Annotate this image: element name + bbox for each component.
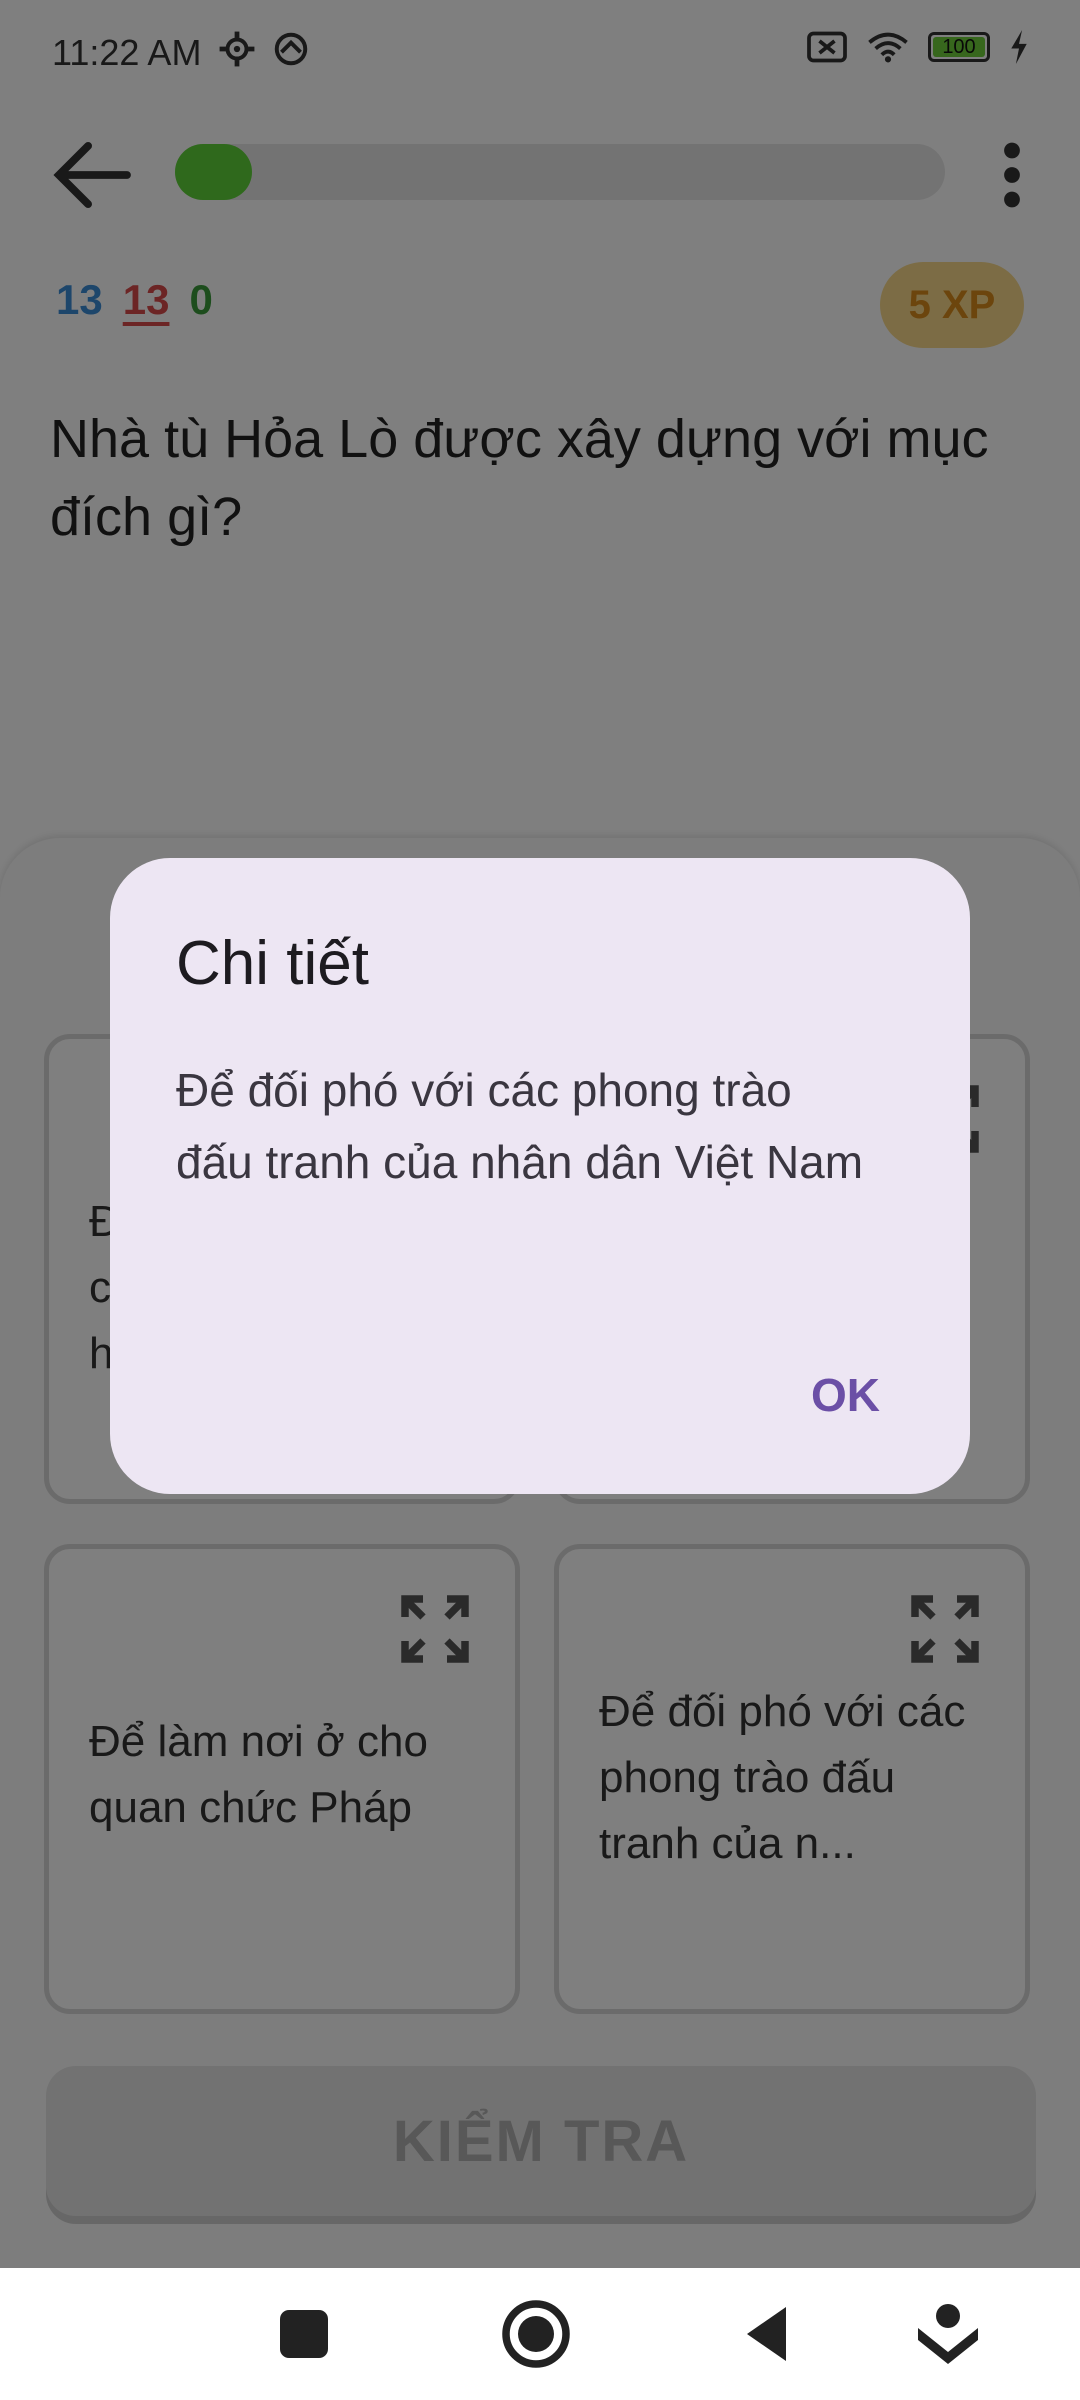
dialog-title: Chi tiết — [176, 929, 369, 998]
ok-button[interactable]: OK — [811, 1368, 880, 1422]
app-screen: 11:22 AM 100 13 13 0 5 XP Nhà tù Hỏa Lò … — [0, 0, 1080, 2268]
back-triangle-icon[interactable] — [732, 2298, 804, 2370]
dialog-body: Để đối phó với các phong trào đấu tranh … — [176, 1064, 864, 1188]
details-dialog: Chi tiết Để đối phó với các phong trào đ… — [110, 858, 970, 1494]
stop-icon[interactable] — [268, 2298, 340, 2370]
download-icon[interactable] — [912, 2298, 984, 2370]
navigation-bar — [0, 2268, 1080, 2400]
record-icon[interactable] — [500, 2298, 572, 2370]
